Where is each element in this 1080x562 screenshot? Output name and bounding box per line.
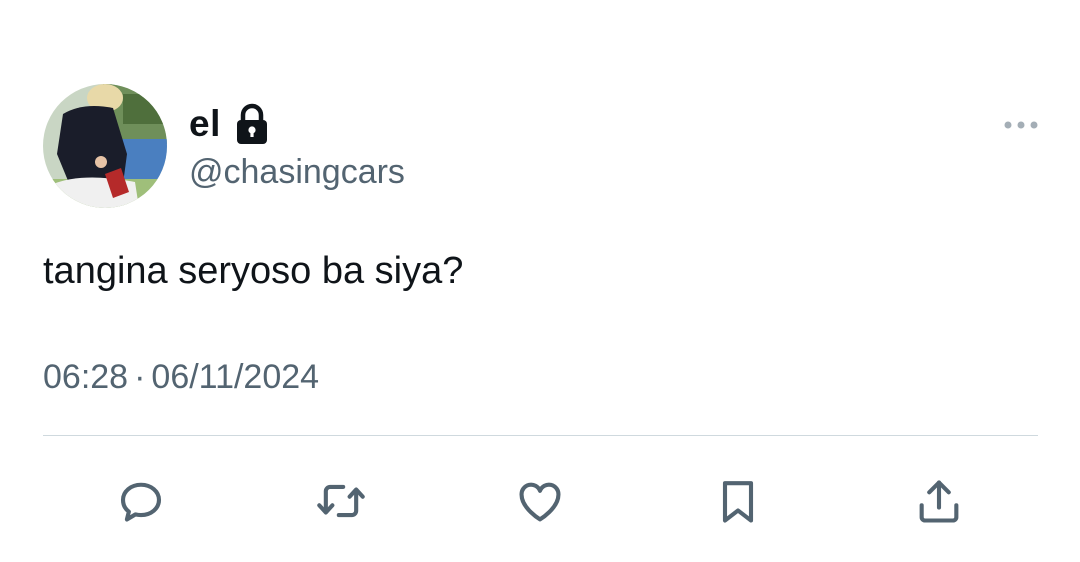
display-name[interactable]: el — [189, 103, 221, 145]
avatar-image — [43, 84, 167, 208]
tweet-text: tangina seryoso ba siya? — [43, 250, 464, 292]
share-button[interactable] — [908, 470, 970, 532]
avatar[interactable] — [43, 84, 167, 208]
reply-button[interactable] — [110, 470, 172, 532]
share-icon — [919, 480, 959, 523]
retweet-icon — [317, 484, 365, 518]
meta-separator: · — [134, 358, 146, 396]
more-horizontal-icon[interactable] — [998, 112, 1044, 138]
like-button[interactable] — [509, 470, 571, 532]
retweet-button[interactable] — [310, 470, 372, 532]
heart-icon — [519, 482, 561, 522]
bookmark-button[interactable] — [707, 470, 769, 532]
tweet-date[interactable]: 06/11/2024 — [151, 358, 319, 397]
action-bar — [0, 470, 1080, 532]
author-name-row: el — [189, 100, 269, 148]
tweet-meta: 06:28 · 06/11/2024 — [43, 358, 319, 397]
tweet-time[interactable]: 06:28 — [43, 358, 128, 397]
lock-icon — [235, 103, 269, 145]
divider — [43, 435, 1038, 436]
author-handle[interactable]: @chasingcars — [189, 153, 405, 192]
bookmark-icon — [722, 481, 754, 523]
tweet-card: el @chasingcars tangina seryoso ba siya?… — [0, 0, 1080, 562]
reply-icon — [120, 482, 162, 522]
